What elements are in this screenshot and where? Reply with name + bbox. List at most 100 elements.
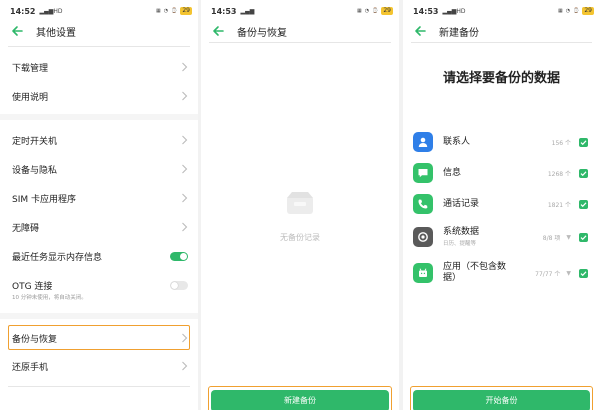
item-label: 设备与隐私 (12, 165, 58, 176)
network-type: HD (53, 7, 63, 15)
settings-item-backup-restore[interactable]: 备份与恢复 (12, 328, 188, 348)
apps-icon (413, 263, 433, 283)
list-divider (8, 386, 190, 387)
page-title: 新建备份 (439, 27, 479, 39)
data-row-messages[interactable]: 信息 1268 个 (413, 160, 588, 186)
network-type: HD (456, 7, 466, 15)
item-label: 下载管理 (12, 63, 49, 74)
new-backup-button[interactable]: 新建备份 (211, 390, 389, 410)
item-label: 使用说明 (12, 92, 49, 103)
item-label: 无障碍 (12, 223, 40, 234)
data-speed-icon: ▦ (558, 8, 563, 14)
settings-item-accessibility[interactable]: 无障碍 (12, 217, 188, 237)
status-time: 14:53 (211, 6, 237, 16)
signal-icon: ▂▄▆ (442, 7, 457, 15)
caret-down-icon[interactable]: ▼ (566, 234, 571, 241)
system-data-checkbox[interactable] (579, 232, 588, 242)
settings-icon (413, 227, 433, 247)
chevron-right-icon (182, 193, 188, 203)
row-count: 1821 个 (547, 201, 571, 209)
chevron-right-icon (182, 222, 188, 232)
section-separator (0, 313, 198, 319)
data-speed-icon: ▦ (156, 8, 161, 14)
settings-item-device-privacy[interactable]: 设备与隐私 (12, 159, 188, 179)
back-arrow-icon[interactable] (413, 24, 427, 38)
wifi-icon: ◔ (364, 8, 370, 14)
inbox-icon (287, 192, 313, 214)
status-bar: 14:52 ▂▄▆ HD ▦ ◔ ⌚ 29 (10, 5, 192, 17)
item-label: 备份与恢复 (12, 334, 58, 345)
row-label: 联系人 (443, 136, 471, 147)
chevron-right-icon (182, 62, 188, 72)
chevron-right-icon (182, 164, 188, 174)
start-backup-button[interactable]: 开始备份 (413, 390, 590, 410)
row-label: 系统数据 (443, 227, 480, 237)
phone-icon (413, 194, 433, 214)
alarm-icon: ⌚ (171, 8, 178, 14)
caret-down-icon[interactable]: ▼ (566, 270, 571, 277)
empty-state-text: 无备份记录 (280, 233, 320, 242)
status-bar: 14:53 ▂▄▆ HD ▦ ◔ ⌚ 29 (413, 5, 594, 17)
header-divider (8, 46, 190, 47)
other-settings-screen: 14:52 ▂▄▆ HD ▦ ◔ ⌚ 29 其他设置 下载管理 使用说明 定时开… (0, 0, 198, 410)
item-label: OTG 连接 (12, 281, 53, 292)
back-arrow-icon[interactable] (10, 24, 24, 38)
contacts-checkbox[interactable] (579, 137, 588, 147)
row-label-line1: 应用（不包含数 (443, 262, 507, 272)
item-label: SIM 卡应用程序 (12, 194, 76, 205)
status-time: 14:53 (413, 6, 439, 16)
status-time: 14:52 (10, 6, 36, 16)
header-divider (411, 42, 592, 43)
empty-state: 无备份记录 (201, 190, 399, 243)
battery-indicator: 29 (180, 7, 192, 15)
row-sublabel: 日历、提醒等 (443, 241, 477, 247)
memory-info-toggle[interactable] (170, 251, 188, 261)
settings-item-instructions[interactable]: 使用说明 (12, 86, 188, 106)
new-backup-screen: 14:53 ▂▄▆ HD ▦ ◔ ⌚ 29 新建备份 请选择要备份的数据 联系人… (403, 0, 600, 410)
signal-icon: ▂▄▆ (240, 7, 255, 15)
row-count: 1268 个 (547, 170, 571, 178)
row-label-line2: 据） (443, 273, 462, 283)
battery-indicator: 29 (582, 7, 594, 15)
data-row-apps[interactable]: 应用（不包含数 据） 77/77 个 ▼ (413, 260, 588, 286)
backup-restore-screen: 14:53 ▂▄▆ ▦ ◔ ⌚ 29 备份与恢复 无备份记录 新建备份 (201, 0, 399, 410)
alarm-icon: ⌚ (372, 8, 379, 14)
row-label: 信息 (443, 167, 462, 178)
row-count: 8/8 项 (542, 234, 561, 242)
top-bar: 新建备份 (403, 20, 600, 42)
apps-checkbox[interactable] (579, 268, 588, 278)
wifi-icon: ◔ (565, 8, 571, 14)
settings-item-reset-phone[interactable]: 还原手机 (12, 356, 188, 376)
settings-item-download-manager[interactable]: 下载管理 (12, 57, 188, 77)
top-bar: 备份与恢复 (201, 20, 399, 42)
row-count: 77/77 个 (535, 270, 561, 278)
settings-item-otg: OTG 连接 10 分钟未使用，将自动关闭。 (12, 275, 188, 301)
chevron-right-icon (182, 361, 188, 371)
data-row-contacts[interactable]: 联系人 156 个 (413, 129, 588, 155)
chevron-right-icon (182, 135, 188, 145)
call-log-checkbox[interactable] (579, 199, 588, 209)
otg-toggle[interactable] (170, 280, 188, 290)
back-arrow-icon[interactable] (211, 24, 225, 38)
battery-indicator: 29 (381, 7, 393, 15)
messages-checkbox[interactable] (579, 168, 588, 178)
selection-heading: 请选择要备份的数据 (442, 71, 560, 86)
settings-item-scheduled-power[interactable]: 定时开关机 (12, 130, 188, 150)
wifi-icon: ◔ (163, 8, 169, 14)
data-row-system-data[interactable]: 系统数据 日历、提醒等 8/8 项 ▼ (413, 224, 588, 250)
top-bar: 其他设置 (0, 20, 198, 42)
item-label: 最近任务显示内存信息 (12, 252, 103, 263)
data-row-call-log[interactable]: 通话记录 1821 个 (413, 191, 588, 217)
message-icon (413, 163, 433, 183)
header-divider (209, 42, 391, 43)
row-label: 通话记录 (443, 198, 480, 209)
section-separator (0, 114, 198, 120)
signal-icon: ▂▄▆ (39, 7, 54, 15)
data-speed-icon: ▦ (357, 8, 362, 14)
settings-item-sim-apps[interactable]: SIM 卡应用程序 (12, 188, 188, 208)
page-title: 备份与恢复 (237, 27, 287, 39)
chevron-right-icon (182, 333, 188, 343)
item-label: 还原手机 (12, 362, 49, 373)
chevron-right-icon (182, 91, 188, 101)
row-count: 156 个 (551, 139, 571, 147)
